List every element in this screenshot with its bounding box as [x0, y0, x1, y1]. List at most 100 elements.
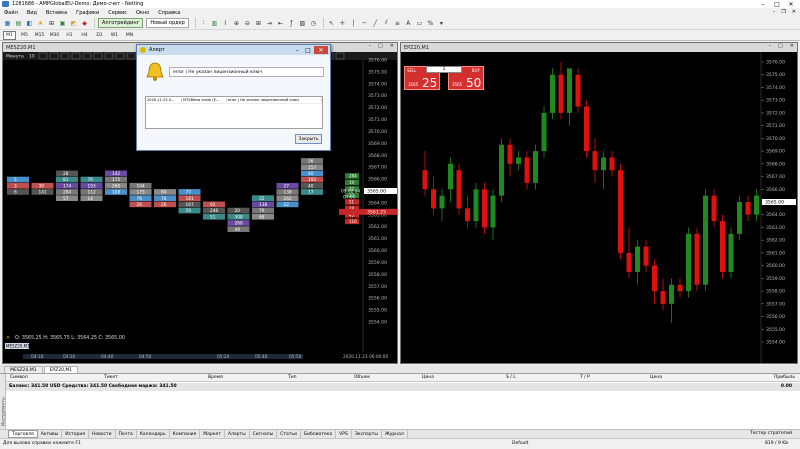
terminal-tab-company[interactable]: Компания: [170, 430, 201, 438]
crosshair-icon[interactable]: ✛: [338, 19, 347, 28]
volume-input[interactable]: 1: [426, 66, 462, 73]
col-sl[interactable]: S / L: [506, 375, 516, 380]
new-order-button[interactable]: Новый ордер: [146, 18, 189, 28]
timeframe-m5[interactable]: M5: [18, 31, 31, 40]
minimize-button[interactable]: –: [756, 0, 770, 8]
alert-minimize-button[interactable]: –: [292, 46, 302, 54]
terminal-tab-exposure[interactable]: Активы: [38, 430, 63, 438]
chart-minimize-button[interactable]: –: [369, 43, 372, 49]
mdi-close-button[interactable]: ✕: [792, 9, 796, 15]
terminal-tab-history[interactable]: История: [62, 430, 89, 438]
alert-maximize-button[interactable]: □: [303, 46, 313, 54]
terminal-tab-trade[interactable]: Торговля: [8, 430, 38, 438]
col-profit[interactable]: Прибыль: [774, 375, 795, 380]
channel-icon[interactable]: ⫽: [382, 19, 391, 28]
templates-icon[interactable]: ▧: [298, 19, 307, 28]
terminal-tab-journal[interactable]: Журнал: [382, 430, 408, 438]
zoom-out-icon[interactable]: ⊖: [243, 19, 252, 28]
navigator-icon[interactable]: ★: [36, 19, 45, 28]
market-watch-icon[interactable]: ◧: [25, 19, 34, 28]
strategy-tester-button[interactable]: Тестер стратегий: [750, 431, 792, 436]
text-icon[interactable]: A: [404, 19, 413, 28]
menu-help[interactable]: Справка: [158, 10, 180, 16]
chart-tab-mesz20[interactable]: MESZ20,M1: [4, 366, 43, 373]
dropdown-icon[interactable]: ▾: [437, 19, 446, 28]
timeframes-icon[interactable]: ◷: [309, 19, 318, 28]
timeframe-m1[interactable]: M1: [3, 30, 16, 40]
menu-view[interactable]: Вид: [27, 10, 37, 16]
shapes-icon[interactable]: %: [426, 19, 435, 28]
trendline-icon[interactable]: ╱: [371, 19, 380, 28]
menu-file[interactable]: Файл: [4, 10, 18, 16]
timeframe-h4[interactable]: H4: [78, 31, 91, 40]
terminal-tab-news[interactable]: Новости: [89, 430, 116, 438]
auto-scroll-icon[interactable]: ⇥: [265, 19, 274, 28]
timeframe-m30[interactable]: M30: [48, 31, 61, 40]
terminal-icon[interactable]: ▣: [58, 19, 67, 28]
menu-charts[interactable]: Графики: [76, 10, 99, 16]
title-bar: 1281686 - AMPGlobalEU-Demo: Демо-счет - …: [0, 0, 800, 8]
label-icon[interactable]: ▭: [415, 19, 424, 28]
mdi-minimize-button[interactable]: –: [773, 9, 776, 15]
terminal-tab-market[interactable]: Маркет: [200, 430, 225, 438]
col-ticket[interactable]: Тикет: [104, 375, 118, 380]
new-chart-icon[interactable]: ▦: [3, 19, 12, 28]
menu-window[interactable]: Окно: [136, 10, 149, 16]
alert-list[interactable]: 2020.11.23 0... MTSBlesa trade (E... err…: [145, 96, 323, 129]
alert-dismiss-button[interactable]: Закрыть: [295, 134, 322, 144]
editor-icon[interactable]: ◆: [80, 19, 89, 28]
maximize-button[interactable]: □: [770, 0, 784, 8]
alert-close-button[interactable]: ✕: [314, 46, 328, 54]
horizontal-line-icon[interactable]: ─: [360, 19, 369, 28]
col-symbol[interactable]: Символ: [10, 375, 28, 380]
terminal-tab-signals[interactable]: Сигналы: [250, 430, 278, 438]
terminal-tab-mailbox[interactable]: Почта: [116, 430, 137, 438]
chart-tab-epz20[interactable]: EPZ20,M1: [43, 366, 79, 373]
chart-close-button[interactable]: ✕: [790, 43, 794, 49]
timeframe-mn[interactable]: MN: [123, 31, 136, 40]
terminal-tab-codebase[interactable]: Библиотека: [301, 430, 337, 438]
profiles-icon[interactable]: ▤: [14, 19, 23, 28]
menu-insert[interactable]: Вставка: [46, 10, 67, 16]
fibonacci-icon[interactable]: ≡: [393, 19, 402, 28]
col-volume[interactable]: Объем: [354, 375, 370, 380]
timeframe-h1[interactable]: H1: [63, 31, 76, 40]
chart-maximize-button[interactable]: □: [778, 43, 783, 49]
mdi-restore-button[interactable]: ❐: [781, 9, 785, 15]
col-price[interactable]: Цена: [422, 375, 434, 380]
col-type[interactable]: Тип: [288, 375, 297, 380]
alert-list-row[interactable]: 2020.11.23 0... MTSBlesa trade (E... err…: [146, 97, 322, 104]
chart-close-button[interactable]: ✕: [390, 43, 394, 49]
terminal-tab-alerts[interactable]: Алерты: [225, 430, 250, 438]
chart-maximize-button[interactable]: □: [378, 43, 383, 49]
timeframe-m15[interactable]: M15: [33, 31, 46, 40]
terminal-tab-articles[interactable]: Статьи: [277, 430, 301, 438]
zoom-in-icon[interactable]: ⊕: [232, 19, 241, 28]
terminal-tab-calendar[interactable]: Календарь: [137, 430, 170, 438]
bar-chart-icon[interactable]: ⫶: [199, 19, 208, 28]
menu-tools[interactable]: Сервис: [108, 10, 127, 16]
grid-icon[interactable]: ⊞: [254, 19, 263, 28]
chart-window-epz20[interactable]: EPZ20,M1 – □ ✕ 3576.00 3575.00 3574.00 3573…: [400, 42, 798, 364]
balance-row[interactable]: Баланс: 341.50 USD Средства: 341.50 Своб…: [6, 383, 800, 391]
strategy-tester-icon[interactable]: ◩: [69, 19, 78, 28]
algo-trading-button[interactable]: Алготрейдинг: [98, 18, 144, 28]
cursor-icon[interactable]: ↖: [327, 19, 336, 28]
line-chart-icon[interactable]: ⌇: [221, 19, 230, 28]
close-button[interactable]: ✕: [784, 0, 798, 8]
time-tick-label: 04:30: [63, 354, 76, 360]
candle-chart-icon[interactable]: ▥: [210, 19, 219, 28]
terminal-tab-experts[interactable]: Эксперты: [352, 430, 382, 438]
data-window-icon[interactable]: ⊞: [47, 19, 56, 28]
col-current-price[interactable]: Цена: [650, 375, 662, 380]
vertical-line-icon[interactable]: │: [349, 19, 358, 28]
indicators-icon[interactable]: ƒ: [287, 19, 296, 28]
col-time[interactable]: Время: [208, 375, 223, 380]
timeframe-d1[interactable]: D1: [93, 31, 106, 40]
col-tp[interactable]: T / P: [580, 375, 590, 380]
candlestick-chart[interactable]: 3576.00 3575.00 3574.00 3573.00 3572.00 3571.…: [401, 52, 797, 363]
terminal-tab-vps[interactable]: VPS: [336, 430, 352, 438]
chart-shift-icon[interactable]: ⇤: [276, 19, 285, 28]
timeframe-w1[interactable]: W1: [108, 31, 121, 40]
chart-minimize-button[interactable]: –: [769, 43, 772, 49]
